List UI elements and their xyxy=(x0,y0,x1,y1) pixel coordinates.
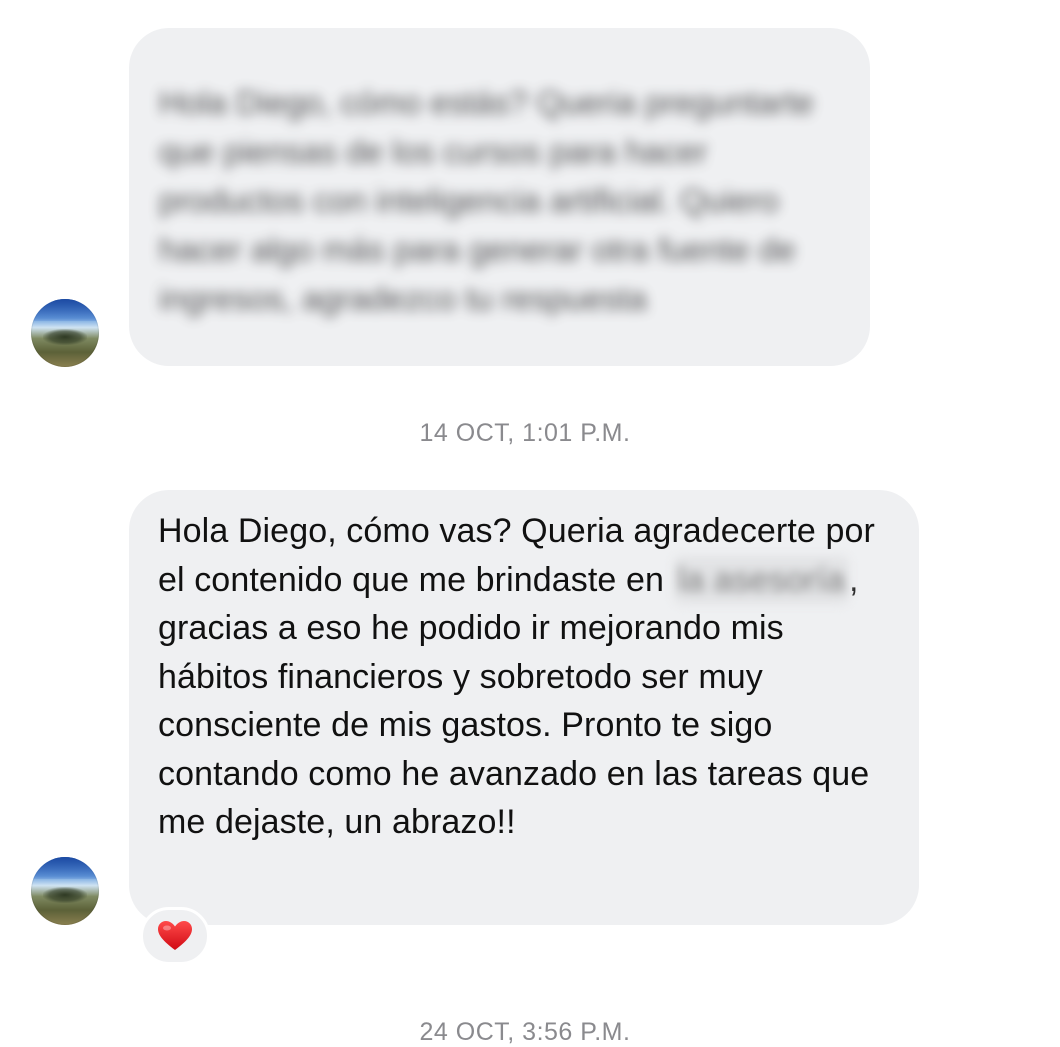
redacted-text: la asesoría xyxy=(673,555,849,604)
timestamp: 14 OCT, 1:01 P.M. xyxy=(419,419,631,447)
heart-icon xyxy=(158,921,192,950)
contact-avatar[interactable] xyxy=(31,857,99,925)
message-text: Hola Diego, cómo vas? Queria agradecerte… xyxy=(158,507,889,847)
message-reaction[interactable] xyxy=(140,907,210,965)
message-bubble[interactable]: Hola Diego, cómo estás? Queria preguntar… xyxy=(129,28,870,366)
message-text-blurred: Hola Diego, cómo estás? Queria preguntar… xyxy=(159,84,814,317)
timestamp: 24 OCT, 3:56 P.M. xyxy=(419,1018,631,1046)
contact-avatar[interactable] xyxy=(31,299,99,367)
message-bubble[interactable]: Hola Diego, cómo vas? Queria agradecerte… xyxy=(129,490,919,925)
